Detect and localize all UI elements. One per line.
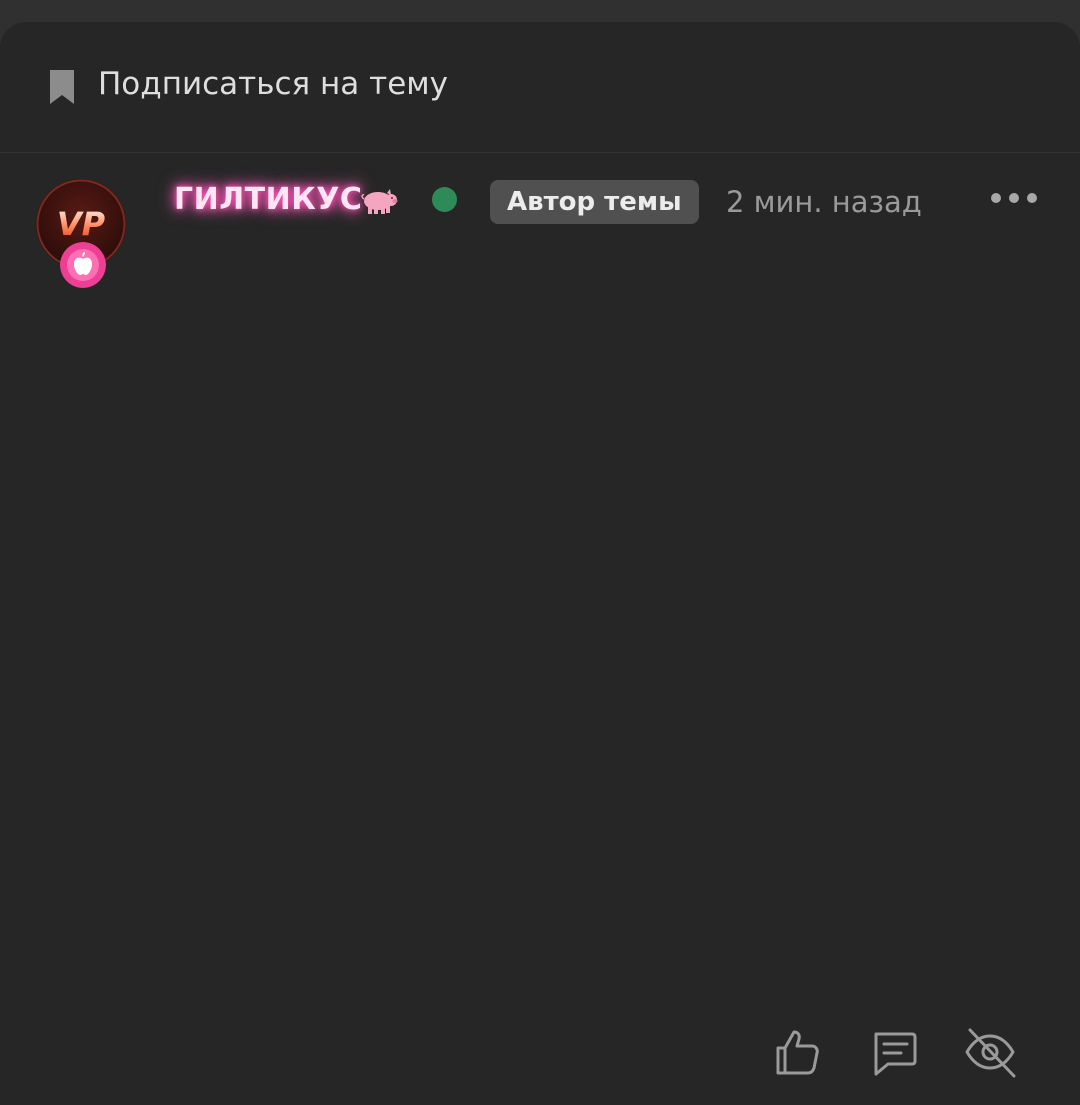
hide-icon[interactable] bbox=[964, 1026, 1016, 1078]
online-status-indicator bbox=[432, 187, 457, 212]
author-badge: Автор темы bbox=[490, 180, 699, 224]
svg-text:VP: VP bbox=[57, 205, 106, 243]
more-options-icon[interactable] bbox=[986, 186, 1042, 210]
pig-icon bbox=[361, 189, 398, 214]
subscribe-label[interactable]: Подписаться на тему bbox=[98, 66, 448, 102]
username[interactable]: ГИЛТИКУС bbox=[174, 182, 362, 217]
reply-icon[interactable] bbox=[868, 1026, 920, 1078]
post-timestamp[interactable]: 2 мин. назад bbox=[726, 180, 922, 224]
apple-badge-icon bbox=[60, 242, 106, 288]
like-icon[interactable] bbox=[772, 1026, 824, 1078]
subscribe-row[interactable]: Подписаться на тему bbox=[0, 22, 1080, 153]
bookmark-icon bbox=[50, 70, 74, 104]
post-panel: Подписаться на тему VP ГИЛТИКУС Автор те… bbox=[0, 22, 1080, 1105]
